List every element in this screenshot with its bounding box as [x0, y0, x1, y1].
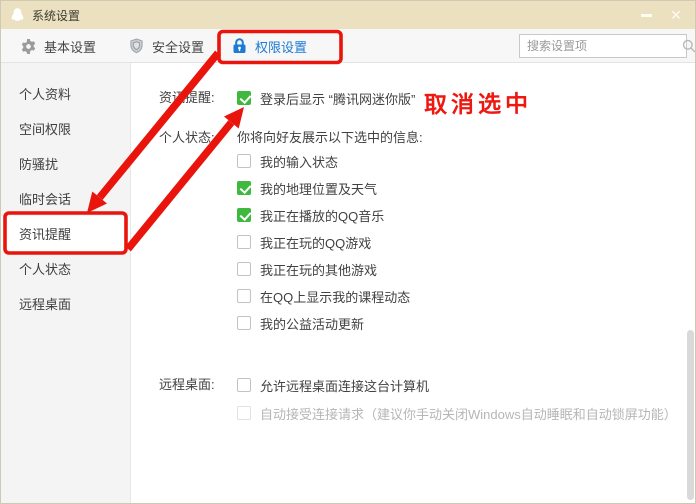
tab-permission-settings[interactable]: 权限设置 — [232, 29, 307, 63]
sidebar: 个人资料 空间权限 防骚扰 临时会话 资讯提醒 个人状态 远程桌面 — [1, 63, 131, 503]
sidebar-item-space-perms[interactable]: 空间权限 — [1, 111, 130, 146]
minimize-button[interactable] — [631, 1, 661, 29]
sidebar-item-label: 个人资料 — [19, 87, 72, 102]
checkbox-label: 自动接受连接请求（建议你手动关闭Windows自动睡眠和自动锁屏功能） — [260, 406, 677, 422]
checkbox-other-games[interactable]: 我正在玩的其他游戏 — [237, 260, 377, 278]
search-box — [519, 34, 695, 58]
scrollbar-thumb[interactable] — [687, 330, 694, 500]
checkbox-icon — [237, 154, 251, 168]
checkbox-auto-accept-connection[interactable]: 自动接受连接请求（建议你手动关闭Windows自动睡眠和自动锁屏功能） — [237, 404, 677, 422]
window-title: 系统设置 — [32, 8, 81, 23]
qq-penguin-icon — [11, 7, 24, 21]
checkbox-icon — [237, 289, 251, 303]
tab-label: 安全设置 — [152, 39, 205, 55]
section-label-remote: 远程桌面: — [159, 377, 215, 392]
section-label-status: 个人状态: — [159, 130, 215, 145]
settings-window: 系统设置 ✕ 基本设置 安全设置 权限设置 搜索设置项 个人资料 空间权限 防骚… — [0, 0, 696, 504]
search-icon[interactable] — [682, 39, 695, 53]
checkbox-icon — [237, 406, 251, 420]
sidebar-item-label: 临时会话 — [19, 192, 72, 207]
checkbox-icon — [237, 378, 251, 392]
sidebar-item-label: 资讯提醒 — [19, 227, 72, 242]
checkbox-icon — [237, 262, 251, 276]
tab-security-settings[interactable]: 安全设置 — [129, 29, 204, 63]
checkbox-allow-remote-desktop[interactable]: 允许远程桌面连接这台计算机 — [237, 376, 429, 394]
close-button[interactable]: ✕ — [661, 1, 691, 29]
checkbox-icon — [237, 208, 251, 222]
gear-icon — [21, 38, 36, 54]
sidebar-item-profile[interactable]: 个人资料 — [1, 76, 130, 111]
checkbox-label: 登录后显示 “腾讯网迷你版” — [260, 91, 416, 107]
sidebar-item-label: 防骚扰 — [19, 157, 59, 172]
checkbox-label: 允许远程桌面连接这台计算机 — [260, 378, 430, 394]
checkbox-label: 我的输入状态 — [260, 154, 339, 170]
section-label-news: 资讯提醒: — [159, 90, 215, 105]
checkbox-label: 我正在玩的QQ游戏 — [260, 235, 372, 251]
tab-label: 权限设置 — [255, 39, 308, 55]
checkbox-icon — [237, 235, 251, 249]
lock-icon — [233, 38, 246, 53]
search-input[interactable] — [520, 39, 682, 53]
checkbox-label: 我的地理位置及天气 — [260, 181, 378, 197]
checkbox-show-mini-portal[interactable]: 登录后显示 “腾讯网迷你版” — [237, 89, 415, 107]
tab-basic-settings[interactable]: 基本设置 — [21, 29, 96, 63]
sidebar-item-news-alerts[interactable]: 资讯提醒 — [1, 216, 130, 251]
checkbox-location-weather[interactable]: 我的地理位置及天气 — [237, 179, 377, 197]
checkbox-qq-games[interactable]: 我正在玩的QQ游戏 — [237, 233, 371, 251]
checkbox-course-updates[interactable]: 在QQ上显示我的课程动态 — [237, 287, 410, 305]
checkbox-label: 在QQ上显示我的课程动态 — [260, 289, 411, 305]
sidebar-item-anti-harass[interactable]: 防骚扰 — [1, 146, 130, 181]
checkbox-icon — [237, 91, 251, 105]
status-hint: 你将向好友展示以下选中的信息: — [237, 130, 423, 145]
checkbox-label: 我正在播放的QQ音乐 — [260, 208, 385, 224]
checkbox-qq-music[interactable]: 我正在播放的QQ音乐 — [237, 206, 384, 224]
checkbox-icon — [237, 316, 251, 330]
shield-icon — [130, 38, 143, 54]
sidebar-item-personal-status[interactable]: 个人状态 — [1, 251, 130, 286]
sidebar-item-label: 空间权限 — [19, 122, 72, 137]
checkbox-label: 我正在玩的其他游戏 — [260, 262, 378, 278]
tabbar: 基本设置 安全设置 权限设置 — [1, 29, 695, 63]
sidebar-item-label: 个人状态 — [19, 262, 72, 277]
close-icon: ✕ — [670, 6, 682, 23]
minimize-icon — [640, 13, 652, 17]
titlebar: 系统设置 ✕ — [1, 1, 695, 29]
annotation-uncheck-note: 取消选中 — [423, 90, 533, 118]
checkbox-typing-status[interactable]: 我的输入状态 — [237, 152, 338, 170]
settings-content: 资讯提醒: 登录后显示 “腾讯网迷你版” 取消选中 个人状态: 你将向好友展示以… — [132, 63, 695, 503]
checkbox-icon — [237, 181, 251, 195]
tab-label: 基本设置 — [44, 39, 97, 55]
checkbox-charity-updates[interactable]: 我的公益活动更新 — [237, 314, 364, 332]
checkbox-label: 我的公益活动更新 — [260, 316, 365, 332]
sidebar-item-label: 远程桌面 — [19, 297, 72, 312]
sidebar-item-remote-desktop[interactable]: 远程桌面 — [1, 286, 130, 321]
sidebar-item-temp-session[interactable]: 临时会话 — [1, 181, 130, 216]
